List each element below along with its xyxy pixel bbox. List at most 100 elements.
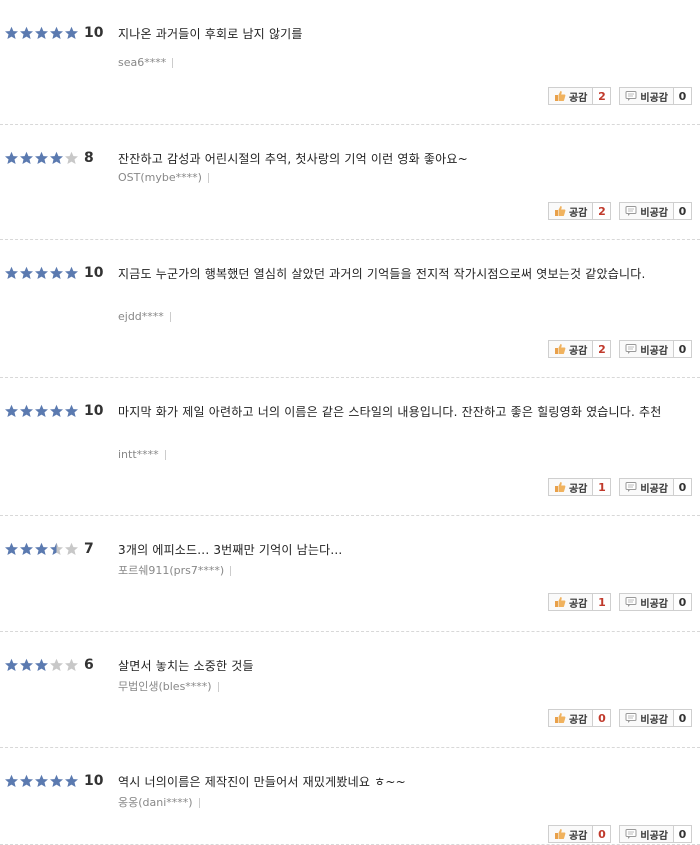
star-icon bbox=[64, 404, 79, 418]
speech-bubble-icon bbox=[625, 712, 637, 724]
dislike-button[interactable]: 비공감 bbox=[619, 87, 674, 105]
author-name[interactable]: OST(mybe****) bbox=[118, 171, 202, 184]
star-icon bbox=[19, 404, 34, 418]
star-icon bbox=[49, 151, 64, 165]
dislike-button[interactable]: 비공감 bbox=[619, 593, 674, 611]
vote-controls: 공감 2 비공감 0 bbox=[547, 340, 692, 358]
rating: 10 bbox=[4, 773, 103, 789]
rating: 10 bbox=[4, 265, 103, 281]
author-name[interactable]: ejdd**** bbox=[118, 310, 164, 323]
vote-controls: 공감 0 비공감 0 bbox=[547, 825, 692, 843]
score-number: 6 bbox=[84, 657, 94, 673]
dislike-button[interactable]: 비공감 bbox=[619, 478, 674, 496]
thumbs-up-icon bbox=[554, 481, 566, 493]
score-number: 8 bbox=[84, 150, 94, 166]
star-icon bbox=[34, 266, 49, 280]
dislike-button[interactable]: 비공감 bbox=[619, 709, 674, 727]
star-icon bbox=[19, 774, 34, 788]
like-count: 1 bbox=[593, 478, 612, 496]
star-icon bbox=[49, 266, 64, 280]
author-name[interactable]: intt**** bbox=[118, 448, 159, 461]
divider bbox=[217, 682, 219, 692]
thumbs-up-icon bbox=[554, 90, 566, 102]
author-line: ejdd**** bbox=[118, 310, 171, 323]
dislike-label: 비공감 bbox=[640, 92, 668, 104]
star-icon bbox=[49, 774, 64, 788]
dislike-label: 비공감 bbox=[640, 345, 668, 357]
star-icon bbox=[64, 26, 79, 40]
like-count: 2 bbox=[593, 87, 612, 105]
vote-controls: 공감 1 비공감 0 bbox=[547, 478, 692, 496]
review-item: 8 잔잔하고 감성과 어린시절의 추억, 첫사랑의 기억 이런 영화 좋아요~ … bbox=[0, 125, 700, 240]
dislike-button[interactable]: 비공감 bbox=[619, 340, 674, 358]
like-button[interactable]: 공감 bbox=[547, 478, 594, 496]
star-rating bbox=[4, 542, 79, 556]
star-icon bbox=[34, 26, 49, 40]
author-line: 무법인생(bles****) bbox=[118, 678, 219, 694]
like-count: 2 bbox=[593, 202, 612, 220]
star-icon bbox=[64, 774, 79, 788]
author-line: 옹옹(dani****) bbox=[118, 794, 200, 810]
like-label: 공감 bbox=[568, 483, 588, 495]
author-line: sea6**** bbox=[118, 56, 174, 69]
review-item: 10 역시 너의이름은 제작진이 만들어서 재밌게봤네요 ㅎ~~ 옹옹(dani… bbox=[0, 748, 700, 845]
author-line: intt**** bbox=[118, 448, 166, 461]
thumbs-up-icon bbox=[554, 712, 566, 724]
star-rating bbox=[4, 266, 79, 280]
author-name[interactable]: 무법인생(bles****) bbox=[118, 680, 212, 693]
dislike-count: 0 bbox=[674, 202, 692, 220]
dislike-label: 비공감 bbox=[640, 483, 668, 495]
author-name[interactable]: 포르쉐911(prs7****) bbox=[118, 564, 224, 577]
like-count: 1 bbox=[593, 593, 612, 611]
rating: 7 bbox=[4, 541, 94, 557]
like-label: 공감 bbox=[568, 830, 588, 842]
like-count: 0 bbox=[593, 709, 612, 727]
star-icon bbox=[34, 658, 49, 672]
star-icon bbox=[64, 542, 79, 556]
like-button[interactable]: 공감 bbox=[547, 202, 594, 220]
thumbs-up-icon bbox=[554, 828, 566, 840]
review-text: 지금도 누군가의 행복했던 열심히 살았던 과거의 기억들을 전지적 작가시점으… bbox=[118, 267, 646, 281]
review-text: 잔잔하고 감성과 어린시절의 추억, 첫사랑의 기억 이런 영화 좋아요~ bbox=[118, 152, 468, 166]
like-count: 2 bbox=[593, 340, 612, 358]
dislike-button[interactable]: 비공감 bbox=[619, 202, 674, 220]
like-label: 공감 bbox=[568, 598, 588, 610]
like-button[interactable]: 공감 bbox=[547, 593, 594, 611]
divider bbox=[169, 312, 171, 322]
star-icon bbox=[19, 542, 34, 556]
review-text: 살면서 놓치는 소중한 것들 bbox=[118, 659, 254, 673]
like-count: 0 bbox=[593, 825, 612, 843]
review-text: 3개의 에피소드... 3번째만 기억이 남는다... bbox=[118, 543, 343, 557]
review-text: 지나온 과거들이 후회로 남지 않기를 bbox=[118, 27, 303, 41]
author-name[interactable]: 옹옹(dani****) bbox=[118, 796, 193, 809]
dislike-count: 0 bbox=[674, 340, 692, 358]
dislike-button[interactable]: 비공감 bbox=[619, 825, 674, 843]
author-name[interactable]: sea6**** bbox=[118, 56, 166, 69]
like-button[interactable]: 공감 bbox=[547, 87, 594, 105]
author-line: 포르쉐911(prs7****) bbox=[118, 562, 232, 578]
star-icon bbox=[64, 151, 79, 165]
like-button[interactable]: 공감 bbox=[547, 340, 594, 358]
star-icon bbox=[19, 266, 34, 280]
like-button[interactable]: 공감 bbox=[547, 825, 594, 843]
speech-bubble-icon bbox=[625, 205, 637, 217]
score-number: 10 bbox=[84, 25, 104, 41]
star-rating bbox=[4, 658, 79, 672]
star-icon bbox=[4, 774, 19, 788]
star-icon bbox=[19, 26, 34, 40]
star-icon bbox=[49, 404, 64, 418]
review-list: 10 지나온 과거들이 후회로 남지 않기를 sea6**** 공감 2 비공감… bbox=[0, 0, 700, 845]
star-icon bbox=[64, 266, 79, 280]
thumbs-up-icon bbox=[554, 343, 566, 355]
like-button[interactable]: 공감 bbox=[547, 709, 594, 727]
thumbs-up-icon bbox=[554, 205, 566, 217]
vote-controls: 공감 1 비공감 0 bbox=[547, 593, 692, 611]
like-label: 공감 bbox=[568, 714, 588, 726]
divider bbox=[198, 798, 200, 808]
star-icon bbox=[49, 26, 64, 40]
dislike-count: 0 bbox=[674, 593, 692, 611]
review-text: 역시 너의이름은 제작진이 만들어서 재밌게봤네요 ㅎ~~ bbox=[118, 775, 406, 789]
speech-bubble-icon bbox=[625, 343, 637, 355]
rating: 10 bbox=[4, 403, 103, 419]
speech-bubble-icon bbox=[625, 828, 637, 840]
